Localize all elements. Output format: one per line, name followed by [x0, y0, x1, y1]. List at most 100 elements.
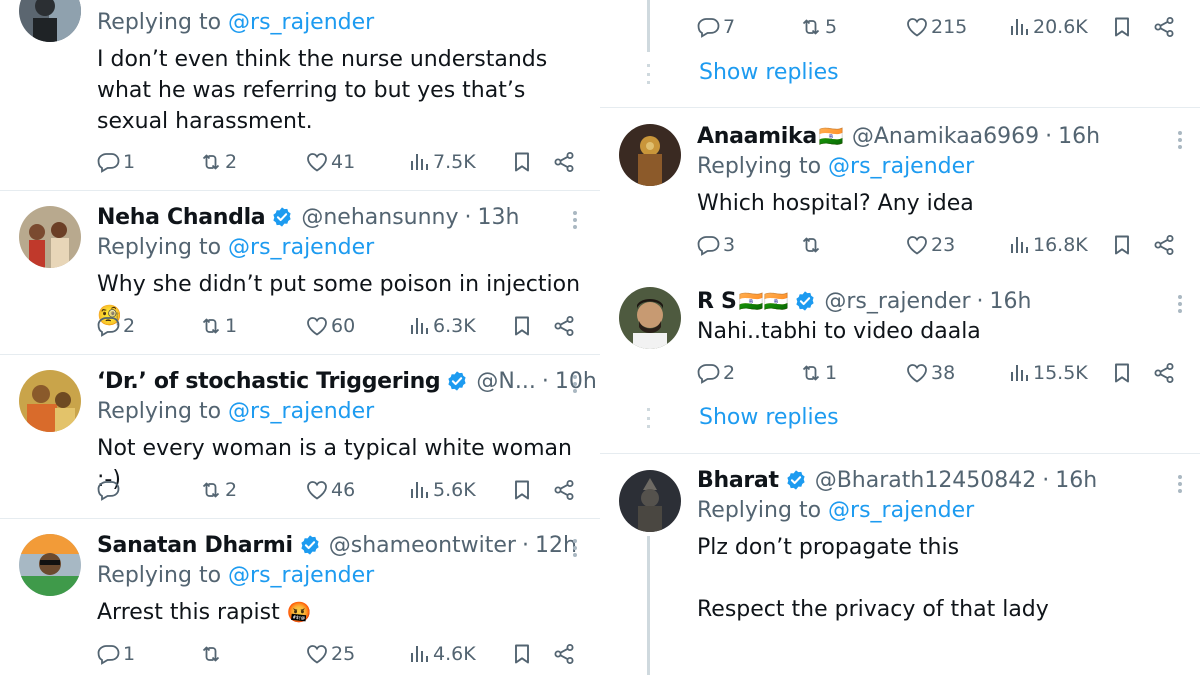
more-options-icon[interactable] — [565, 536, 585, 560]
retweet-button[interactable]: 1 — [199, 311, 237, 341]
reply-button[interactable] — [97, 475, 123, 505]
timestamp[interactable]: 16h — [1058, 124, 1100, 149]
avatar[interactable] — [619, 124, 681, 186]
retweet-button[interactable]: 1 — [799, 358, 837, 388]
like-count: 25 — [331, 643, 356, 665]
bookmark-button[interactable] — [510, 475, 534, 505]
reply-handle-link[interactable]: @rs_rajender — [228, 563, 374, 588]
display-name[interactable]: R S — [697, 289, 737, 314]
display-name[interactable]: ‘Dr.’ of stochastic Triggering — [97, 369, 441, 394]
views-button[interactable]: 6.3K — [407, 311, 476, 341]
views-count: 20.6K — [1033, 16, 1088, 38]
bookmark-button[interactable] — [510, 639, 534, 669]
avatar[interactable] — [19, 534, 81, 596]
retweet-button[interactable]: 5 — [799, 12, 837, 42]
bookmark-button[interactable] — [510, 311, 534, 341]
user-handle[interactable]: @N... — [476, 369, 535, 394]
tweet-card[interactable]: R S 🇮🇳🇮🇳 @rs_rajender · 16h Nahi..tabhi … — [600, 272, 1200, 452]
share-button[interactable] — [552, 311, 576, 341]
views-button[interactable]: 15.5K — [1007, 358, 1088, 388]
reply-button[interactable]: 1 — [97, 147, 135, 177]
share-button[interactable] — [552, 475, 576, 505]
avatar[interactable] — [19, 370, 81, 432]
retweet-icon — [799, 361, 823, 385]
tweet-card[interactable]: ‘Dr.’ of stochastic Triggering @N... · 1… — [0, 355, 600, 518]
reply-button[interactable]: 2 — [697, 358, 735, 388]
display-name[interactable]: Neha Chandla — [97, 205, 266, 230]
reply-button[interactable]: 2 — [97, 311, 135, 341]
like-button[interactable]: 215 — [905, 12, 967, 42]
user-handle[interactable]: @rs_rajender — [824, 289, 970, 314]
views-button[interactable]: 7.5K — [407, 147, 476, 177]
retweet-button[interactable] — [799, 230, 825, 260]
timestamp[interactable]: 13h — [478, 205, 520, 230]
like-button[interactable]: 60 — [305, 311, 355, 341]
avatar[interactable] — [619, 287, 681, 349]
share-button[interactable] — [1152, 230, 1176, 260]
replying-to-label: Replying to — [97, 399, 222, 424]
more-options-icon[interactable] — [565, 208, 585, 232]
share-button[interactable] — [552, 639, 576, 669]
more-options-icon[interactable] — [565, 372, 585, 396]
retweet-icon — [199, 314, 223, 338]
reply-handle-link[interactable]: @rs_rajender — [828, 498, 974, 523]
user-handle[interactable]: @nehansunny — [301, 205, 458, 230]
tweet-header: Bharat @Bharath12450842 · 16h — [697, 463, 1097, 497]
display-name[interactable]: Sanatan Dharmi — [97, 533, 293, 558]
reply-button[interactable]: 3 — [697, 230, 735, 260]
thread-line — [647, 536, 650, 675]
tweet-card[interactable]: Anaamika 🇮🇳 @Anamikaa6969 · 16h Replying… — [600, 108, 1200, 272]
retweet-button[interactable]: 2 — [199, 147, 237, 177]
avatar[interactable] — [619, 470, 681, 532]
views-count: 16.8K — [1033, 234, 1088, 256]
bookmark-button[interactable] — [510, 147, 534, 177]
reply-button[interactable]: 7 — [697, 12, 735, 42]
tweet-text-body: Arrest this rapist — [97, 600, 280, 625]
reply-button[interactable]: 1 — [97, 639, 135, 669]
tweet-card[interactable]: Replying to @rs_rajender I don’t even th… — [0, 0, 600, 190]
bookmark-button[interactable] — [1110, 230, 1134, 260]
user-handle[interactable]: @Anamikaa6969 — [852, 124, 1039, 149]
tweet-card[interactable]: Sanatan Dharmi @shameontwiter · 12h Repl… — [0, 519, 600, 675]
avatar[interactable] — [19, 206, 81, 268]
tweet-card[interactable]: Neha Chandla @nehansunny · 13h Replying … — [0, 191, 600, 354]
display-name[interactable]: Anaamika — [697, 124, 817, 149]
show-replies-link[interactable]: Show replies — [699, 60, 839, 85]
views-icon — [1007, 15, 1031, 39]
like-button[interactable]: 23 — [905, 230, 955, 260]
views-button[interactable]: 5.6K — [407, 475, 476, 505]
more-options-icon[interactable] — [1170, 128, 1190, 152]
display-name[interactable]: Bharat — [697, 468, 779, 493]
like-button[interactable]: 41 — [305, 147, 355, 177]
avatar[interactable] — [19, 0, 81, 42]
user-handle[interactable]: @Bharath12450842 — [815, 468, 1037, 493]
more-options-icon[interactable] — [1170, 472, 1190, 496]
tweet-card[interactable]: Bharat @Bharath12450842 · 16h Replying t… — [600, 454, 1200, 675]
views-button[interactable]: 4.6K — [407, 639, 476, 669]
timestamp[interactable]: 16h — [1055, 468, 1097, 493]
views-button[interactable]: 20.6K — [1007, 12, 1088, 42]
reply-handle-link[interactable]: @rs_rajender — [228, 10, 374, 35]
tweet-text: Which hospital? Any idea — [697, 191, 974, 216]
reply-handle-link[interactable]: @rs_rajender — [228, 235, 374, 260]
share-button[interactable] — [1152, 358, 1176, 388]
like-button[interactable]: 46 — [305, 475, 355, 505]
emoji: 🤬 — [286, 600, 312, 624]
views-button[interactable]: 16.8K — [1007, 230, 1088, 260]
bookmark-button[interactable] — [1110, 12, 1134, 42]
timestamp[interactable]: 16h — [990, 289, 1032, 314]
more-options-icon[interactable] — [1170, 292, 1190, 316]
retweet-button[interactable] — [199, 639, 225, 669]
retweet-button[interactable]: 2 — [199, 475, 237, 505]
show-replies-link[interactable]: Show replies — [699, 405, 839, 430]
reply-handle-link[interactable]: @rs_rajender — [828, 154, 974, 179]
share-button[interactable] — [1152, 12, 1176, 42]
like-button[interactable]: 38 — [905, 358, 955, 388]
reply-handle-link[interactable]: @rs_rajender — [228, 399, 374, 424]
reply-icon — [97, 478, 121, 502]
share-button[interactable] — [552, 147, 576, 177]
like-button[interactable]: 25 — [305, 639, 355, 669]
verified-badge-icon — [794, 290, 816, 312]
bookmark-button[interactable] — [1110, 358, 1134, 388]
user-handle[interactable]: @shameontwiter — [329, 533, 516, 558]
